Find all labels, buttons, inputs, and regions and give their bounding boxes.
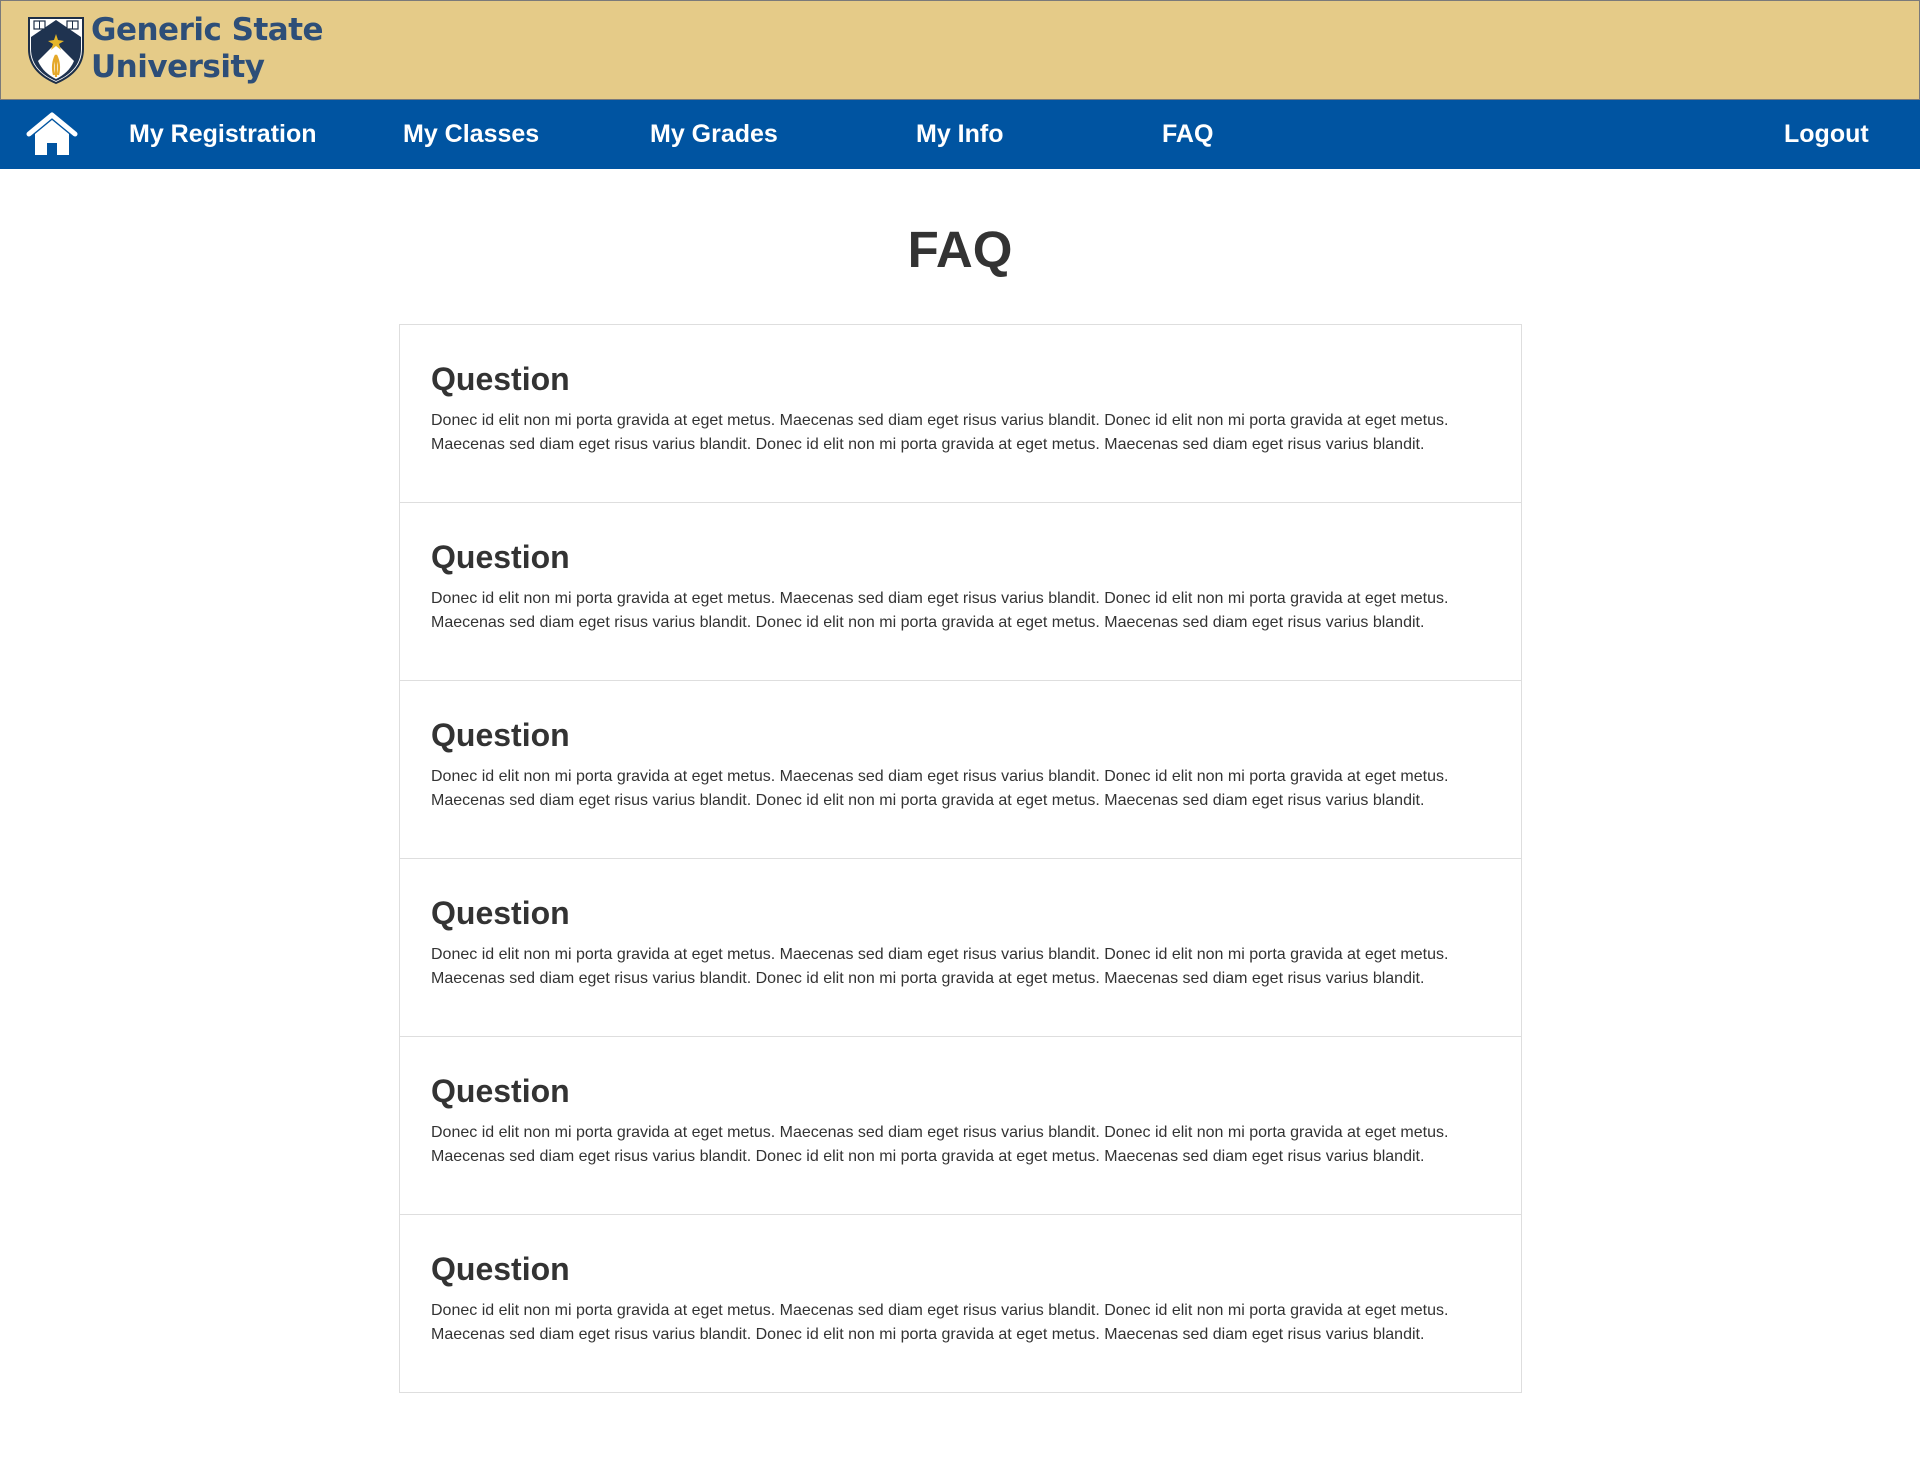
faq-answer: Donec id elit non mi porta gravida at eg… bbox=[431, 1302, 1449, 1343]
faq-question: Question bbox=[431, 539, 570, 575]
faq-answer: Donec id elit non mi porta gravida at eg… bbox=[431, 412, 1449, 453]
faq-item: Question Donec id elit non mi porta grav… bbox=[400, 325, 1521, 503]
faq-question: Question bbox=[431, 1073, 570, 1109]
main-nav: My Registration My Classes My Grades My … bbox=[0, 100, 1920, 169]
site-header: Generic State University bbox=[0, 0, 1920, 100]
page-title: FAQ bbox=[907, 221, 1013, 278]
faq-item: Question Donec id elit non mi porta grav… bbox=[400, 859, 1521, 1037]
logout-link[interactable]: Logout bbox=[1784, 100, 1869, 169]
nav-my-classes[interactable]: My Classes bbox=[403, 100, 539, 169]
nav-my-info[interactable]: My Info bbox=[916, 100, 1004, 169]
faq-question: Question bbox=[431, 1251, 570, 1287]
faq-item: Question Donec id elit non mi porta grav… bbox=[400, 1037, 1521, 1215]
nav-faq[interactable]: FAQ bbox=[1162, 100, 1213, 169]
faq-list: Question Donec id elit non mi porta grav… bbox=[399, 324, 1522, 1393]
faq-question: Question bbox=[431, 361, 570, 397]
faq-question: Question bbox=[431, 895, 570, 931]
faq-answer: Donec id elit non mi porta gravida at eg… bbox=[431, 946, 1449, 987]
faq-answer: Donec id elit non mi porta gravida at eg… bbox=[431, 768, 1449, 809]
home-icon[interactable] bbox=[26, 112, 78, 157]
faq-answer: Donec id elit non mi porta gravida at eg… bbox=[431, 1124, 1449, 1165]
nav-my-grades[interactable]: My Grades bbox=[650, 100, 778, 169]
university-name[interactable]: Generic State University bbox=[91, 12, 324, 86]
faq-item: Question Donec id elit non mi porta grav… bbox=[400, 1215, 1521, 1392]
nav-my-registration[interactable]: My Registration bbox=[129, 100, 317, 169]
faq-item: Question Donec id elit non mi porta grav… bbox=[400, 503, 1521, 681]
brand-line-2: University bbox=[91, 49, 265, 85]
faq-item: Question Donec id elit non mi porta grav… bbox=[400, 681, 1521, 859]
faq-question: Question bbox=[431, 717, 570, 753]
university-shield-logo[interactable] bbox=[26, 15, 86, 85]
faq-answer: Donec id elit non mi porta gravida at eg… bbox=[431, 590, 1449, 631]
brand-line-1: Generic State bbox=[91, 12, 324, 48]
